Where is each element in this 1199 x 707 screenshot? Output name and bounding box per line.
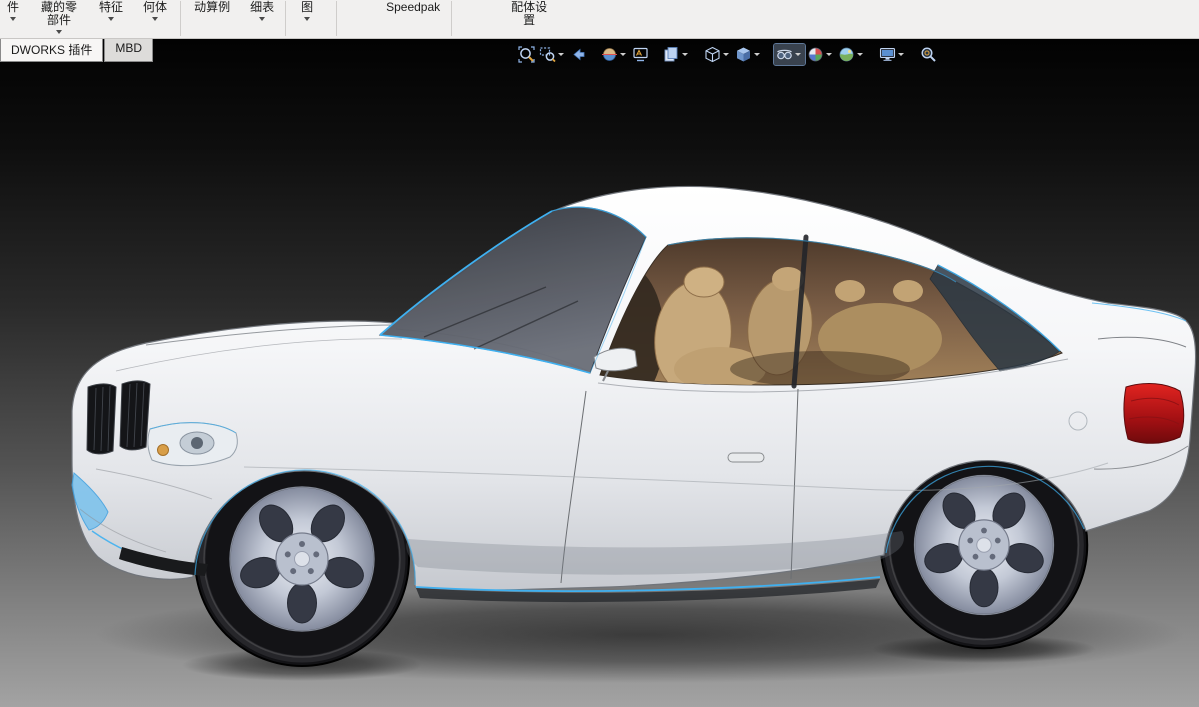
ribbon-separator: [285, 1, 286, 36]
command-manager-ribbon: 件 藏的零部件 特征 何体 动算例 细表 图 Speedpak 配体设置: [0, 0, 1199, 39]
tab-mbd[interactable]: MBD: [104, 39, 153, 62]
ribbon-group-speedpak[interactable]: Speedpak: [381, 0, 445, 38]
ribbon-group-mate-settings[interactable]: 配体设置: [506, 0, 552, 38]
ribbon-group-motion-study[interactable]: 动算例: [189, 0, 235, 38]
apply-scene-icon: [838, 46, 855, 63]
view-orientation-button[interactable]: [702, 44, 733, 65]
ribbon-group-hide-show-components[interactable]: 藏的零部件: [36, 0, 82, 38]
zoom-to-fit-button[interactable]: [516, 44, 537, 65]
ribbon-group-label: 动算例: [194, 1, 230, 14]
dropdown-arrow-icon[interactable]: [620, 53, 626, 56]
ribbon-group-label: 图: [301, 1, 313, 14]
3d-drawing-view-button[interactable]: [661, 44, 692, 65]
dropdown-arrow-icon[interactable]: [10, 17, 16, 21]
ribbon-group-drawing[interactable]: 图: [296, 0, 318, 38]
dropdown-arrow-icon[interactable]: [259, 17, 265, 21]
graphics-viewport[interactable]: DWORKS 插件MBD: [0, 39, 1199, 707]
dropdown-arrow-icon[interactable]: [826, 53, 832, 56]
car-model[interactable]: [72, 186, 1196, 683]
ribbon-group-bom-table[interactable]: 细表: [245, 0, 279, 38]
ribbon-group-label: 件: [7, 1, 19, 14]
door-handle[interactable]: [728, 453, 764, 462]
3d-model-canvas[interactable]: [0, 39, 1199, 707]
dropdown-arrow-icon[interactable]: [754, 53, 760, 56]
turn-signal: [158, 445, 169, 456]
ribbon-group-features[interactable]: 特征: [94, 0, 128, 38]
ribbon-group-label: 部件: [47, 14, 71, 27]
ribbon-group-label: Speedpak: [386, 1, 440, 14]
previous-view-button[interactable]: [568, 44, 589, 65]
view-settings-icon: [879, 46, 896, 63]
apply-scene-button[interactable]: [836, 44, 867, 65]
view-orientation-icon: [704, 46, 721, 63]
ribbon-separator: [451, 1, 452, 36]
ribbon-separator: [336, 1, 337, 36]
dropdown-arrow-icon[interactable]: [682, 53, 688, 56]
3d-drawing-view-icon: [663, 46, 680, 63]
section-view-icon: [601, 46, 618, 63]
dropdown-arrow-icon[interactable]: [304, 17, 310, 21]
command-tabs: DWORKS 插件MBD: [0, 39, 154, 62]
ribbon-group-label: 特征: [99, 1, 123, 14]
headlight-projector: [191, 437, 203, 449]
heads-up-view-toolbar: [516, 44, 939, 65]
ribbon-group-component[interactable]: 件: [2, 0, 24, 38]
dropdown-arrow-icon[interactable]: [898, 53, 904, 56]
dropdown-arrow-icon[interactable]: [56, 30, 62, 34]
dropdown-arrow-icon[interactable]: [108, 17, 114, 21]
zoom-to-area-button[interactable]: [537, 44, 568, 65]
view-settings-button[interactable]: [877, 44, 908, 65]
display-style-button[interactable]: [733, 44, 764, 65]
dynamic-annotation-views-button[interactable]: [630, 44, 651, 65]
edit-appearance-icon: [807, 46, 824, 63]
magnified-selection-icon: [920, 46, 937, 63]
ribbon-group-label: 何体: [143, 1, 167, 14]
hide-show-items-icon: [776, 46, 793, 63]
dropdown-arrow-icon[interactable]: [558, 53, 564, 56]
display-style-icon: [735, 46, 752, 63]
zoom-to-fit-icon: [518, 46, 535, 63]
magnified-selection-button[interactable]: [918, 44, 939, 65]
tab-solidworks-addins[interactable]: DWORKS 插件: [0, 39, 103, 62]
dynamic-annotation-views-icon: [632, 46, 649, 63]
section-view-button[interactable]: [599, 44, 630, 65]
hide-show-items-button[interactable]: [774, 44, 805, 65]
ribbon-group-reference-geometry[interactable]: 何体: [138, 0, 172, 38]
dropdown-arrow-icon[interactable]: [152, 17, 158, 21]
edit-appearance-button[interactable]: [805, 44, 836, 65]
grille-right[interactable]: [120, 381, 150, 450]
ribbon-separator: [180, 1, 181, 36]
dropdown-arrow-icon[interactable]: [723, 53, 729, 56]
dropdown-arrow-icon[interactable]: [857, 53, 863, 56]
solidworks-window: 件 藏的零部件 特征 何体 动算例 细表 图 Speedpak 配体设置 DWORKS 插件MB…: [0, 0, 1199, 706]
previous-view-icon: [570, 46, 587, 63]
zoom-to-area-icon: [539, 46, 556, 63]
ribbon-group-label: 置: [523, 14, 535, 27]
dropdown-arrow-icon[interactable]: [795, 53, 801, 56]
ribbon-group-label: 细表: [250, 1, 274, 14]
tail-light[interactable]: [1124, 384, 1184, 444]
